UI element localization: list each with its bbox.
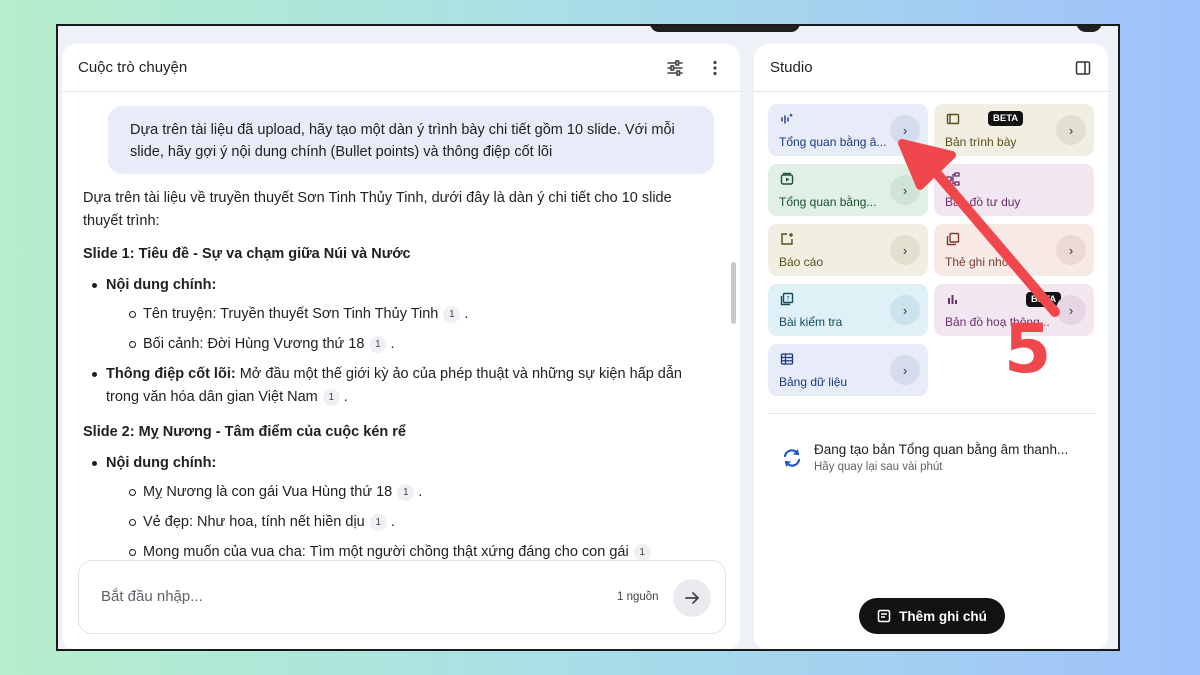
slide1-heading: Slide 1: Tiêu đề - Sự va chạm giữa Núi v… bbox=[83, 246, 411, 262]
chat-title: Cuộc trò chuyện bbox=[78, 59, 188, 76]
citation-chip[interactable]: 1 bbox=[443, 306, 461, 323]
generating-status[interactable]: Đang tạo bản Tổng quan bằng âm thanh... … bbox=[768, 428, 1096, 492]
chat-input-box[interactable]: Bắt đầu nhập... 1 nguồn bbox=[78, 560, 726, 634]
chevron-right-icon[interactable]: › bbox=[1056, 115, 1086, 145]
chevron-right-icon[interactable]: › bbox=[890, 175, 920, 205]
step-number-label: 5 bbox=[1004, 310, 1052, 389]
chevron-right-icon[interactable]: › bbox=[1056, 235, 1086, 265]
report-icon bbox=[781, 233, 793, 245]
tune-icon[interactable] bbox=[666, 59, 684, 77]
tile-video-overview[interactable]: Tổng quan bằng... › bbox=[768, 164, 928, 216]
tile-label: Báo cáo bbox=[779, 255, 824, 269]
list-item: Mỵ Nương là con gái Vua Hùng thứ 18 1 . bbox=[83, 481, 703, 504]
citation-chip[interactable]: 1 bbox=[322, 389, 340, 406]
data-table-icon bbox=[780, 353, 794, 365]
quiz-icon: ? bbox=[780, 292, 794, 306]
slides-icon bbox=[946, 113, 960, 125]
tile-report[interactable]: Báo cáo › bbox=[768, 224, 928, 276]
tile-flashcards[interactable]: Thẻ ghi nhớ › bbox=[934, 224, 1094, 276]
flashcards-icon bbox=[946, 232, 960, 246]
tile-mind-map[interactable]: Bản đồ tư duy bbox=[934, 164, 1094, 216]
tile-audio-overview[interactable]: Tổng quan bằng â... › bbox=[768, 104, 928, 156]
top-bar-pill bbox=[650, 26, 800, 32]
beta-badge: BETA bbox=[988, 111, 1024, 126]
slide2-content-label: Nội dung chính: bbox=[106, 455, 217, 471]
chevron-right-icon[interactable]: › bbox=[890, 295, 920, 325]
arrow-right-icon bbox=[685, 592, 699, 604]
chevron-right-icon[interactable]: › bbox=[890, 115, 920, 145]
add-note-button[interactable]: Thêm ghi chú bbox=[859, 598, 1005, 634]
send-button[interactable] bbox=[673, 579, 711, 617]
chat-panel: Cuộc trò chuyện Dựa trên tài liệu đã upl… bbox=[62, 44, 740, 649]
tile-quiz[interactable]: ? Bài kiểm tra › bbox=[768, 284, 928, 336]
top-bar-avatar[interactable] bbox=[1076, 26, 1102, 32]
citation-chip[interactable]: 1 bbox=[369, 336, 387, 353]
slide1-message-bullet: Thông điệp cốt lõi: Mở đầu một thế giới … bbox=[83, 363, 703, 409]
chevron-right-icon[interactable]: › bbox=[890, 355, 920, 385]
tile-label: Bảng dữ liệu bbox=[779, 375, 848, 389]
list-item: Tên truyện: Truyền thuyết Sơn Tinh Thủy … bbox=[83, 303, 703, 326]
tile-label: Tổng quan bằng... bbox=[779, 195, 877, 209]
citation-chip[interactable]: 1 bbox=[633, 544, 651, 561]
slide1-content-bullet: Nội dung chính: bbox=[83, 274, 703, 297]
tile-label: Tổng quan bằng â... bbox=[779, 135, 887, 149]
response-intro: Dựa trên tài liệu về truyền thuyết Sơn T… bbox=[83, 190, 672, 229]
list-item: Bối cảnh: Đời Hùng Vương thứ 18 1 . bbox=[83, 333, 703, 356]
list-item: Mong muốn của vua cha: Tìm một người chồ… bbox=[83, 541, 703, 562]
more-options-icon[interactable] bbox=[706, 59, 724, 77]
slide2-item3: Mong muốn của vua cha: Tìm một người chồ… bbox=[143, 544, 629, 560]
citation-chip[interactable]: 1 bbox=[369, 514, 387, 531]
generating-subtitle: Hãy quay lại sau vài phút bbox=[814, 461, 943, 473]
source-count: 1 nguồn bbox=[617, 591, 659, 603]
citation-chip[interactable]: 1 bbox=[397, 484, 415, 501]
generating-title: Đang tạo bản Tổng quan bằng âm thanh... bbox=[814, 442, 1069, 457]
studio-panel: Studio Tổng quan bằng â... › BETA Bản tr… bbox=[754, 44, 1108, 649]
slide1-content-label: Nội dung chính: bbox=[106, 277, 217, 293]
chevron-right-icon[interactable]: › bbox=[1056, 295, 1086, 325]
list-item: Vẻ đẹp: Như hoa, tính nết hiền dịu 1 . bbox=[83, 511, 703, 534]
user-message: Dựa trên tài liệu đã upload, hãy tạo một… bbox=[108, 106, 714, 174]
audio-overview-icon bbox=[781, 113, 794, 124]
sync-icon bbox=[783, 449, 801, 467]
chat-input[interactable]: Bắt đầu nhập... bbox=[101, 588, 203, 605]
infographic-icon bbox=[948, 295, 957, 304]
svg-text:?: ? bbox=[786, 295, 789, 303]
chat-header: Cuộc trò chuyện bbox=[62, 44, 740, 92]
chevron-right-icon[interactable]: › bbox=[890, 235, 920, 265]
collapse-panel-icon[interactable] bbox=[1074, 59, 1092, 77]
app-window: Cuộc trò chuyện Dựa trên tài liệu đã upl… bbox=[56, 24, 1120, 651]
studio-header: Studio bbox=[754, 44, 1108, 92]
chat-messages: Dựa trên tài liệu đã upload, hãy tạo một… bbox=[62, 92, 740, 562]
tile-label: Bản trình bày bbox=[945, 135, 1017, 149]
assistant-response: Dựa trên tài liệu về truyền thuyết Sơn T… bbox=[83, 187, 703, 562]
tile-data-table[interactable]: Bảng dữ liệu › bbox=[768, 344, 928, 396]
mind-map-icon bbox=[946, 172, 960, 186]
slide2-item2: Vẻ đẹp: Như hoa, tính nết hiền dịu bbox=[143, 514, 365, 530]
add-note-label: Thêm ghi chú bbox=[899, 608, 987, 624]
tile-label: Bản đồ tư duy bbox=[945, 195, 1021, 209]
slide2-heading: Slide 2: Mỵ Nương - Tâm điểm của cuộc ké… bbox=[83, 424, 406, 440]
chat-scrollbar[interactable] bbox=[731, 262, 736, 324]
slide1-item2: Bối cảnh: Đời Hùng Vương thứ 18 bbox=[143, 336, 365, 352]
slide1-message-label: Thông điệp cốt lõi: bbox=[106, 366, 236, 382]
note-icon bbox=[877, 609, 891, 623]
slide2-content-bullet: Nội dung chính: bbox=[83, 452, 703, 475]
slide1-item1: Tên truyện: Truyền thuyết Sơn Tinh Thủy … bbox=[143, 306, 439, 322]
tile-label: Bài kiểm tra bbox=[779, 315, 843, 329]
divider bbox=[768, 413, 1096, 414]
tile-label: Thẻ ghi nhớ bbox=[945, 255, 1010, 269]
slide2-item1: Mỵ Nương là con gái Vua Hùng thứ 18 bbox=[143, 484, 393, 500]
studio-title: Studio bbox=[770, 59, 813, 76]
video-overview-icon bbox=[780, 172, 794, 185]
tile-slides[interactable]: BETA Bản trình bày › bbox=[934, 104, 1094, 156]
